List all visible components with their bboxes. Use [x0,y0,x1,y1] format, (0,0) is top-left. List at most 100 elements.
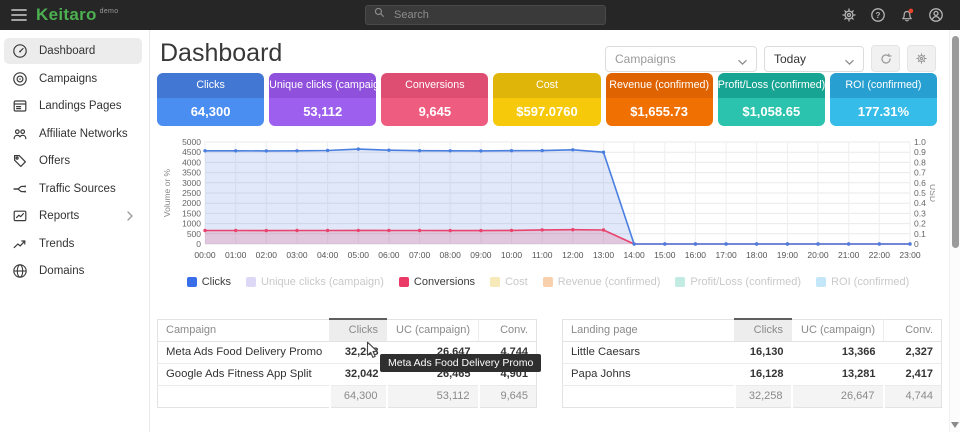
global-search[interactable] [365,5,606,25]
y-axis-label-right: USD [928,184,935,202]
metric-label: Revenue (confirmed) [606,73,713,98]
column-header-conv[interactable]: Conv. [479,319,537,341]
svg-text:17:00: 17:00 [715,250,737,260]
account-icon[interactable] [928,7,944,23]
column-header-clicks[interactable]: Clicks [735,319,792,341]
traffic-chart-svg[interactable]: 0500100015002000250030003500400045005000… [160,136,935,266]
svg-text:23:00: 23:00 [899,250,921,260]
cell-name: Papa Johns [563,363,735,385]
total-value: 9,645 [479,385,537,407]
column-header-uc-campaign[interactable]: UC (campaign) [387,319,479,341]
metric-label: ROI (confirmed) [830,73,937,98]
dashboard-chart[interactable]: 0500100015002000250030003500400045005000… [160,136,935,266]
svg-text:18:00: 18:00 [746,250,768,260]
svg-text:0.1: 0.1 [914,229,926,239]
domains-icon [12,263,28,279]
sidebar-item-affiliate-networks[interactable]: Affiliate Networks [4,121,142,147]
svg-text:21:00: 21:00 [838,250,860,260]
scrollbar-down-arrow[interactable] [951,422,959,428]
sidebar-item-domains[interactable]: Domains [4,258,142,284]
sidebar-item-traffic-sources[interactable]: Traffic Sources [4,176,142,202]
metric-cards-row: Clicks64,300Unique clicks (campaign)53,1… [157,73,937,126]
search-input[interactable] [392,8,598,22]
legend-item-cost[interactable]: Cost [490,276,528,288]
sidebar-item-offers[interactable]: Offers [4,148,142,174]
legend-item-unique-clicks-campaign[interactable]: Unique clicks (campaign) [246,276,384,288]
legend-swatch [816,277,826,287]
metric-value: 53,112 [269,98,376,126]
scrollbar-thumb[interactable] [952,36,959,248]
dashboard-controls: Campaigns Today [605,45,936,72]
metric-label: Conversions [381,73,488,98]
sidebar: Dashboard Campaigns Landings Pages Affiliat… [0,30,150,432]
widget-settings-button[interactable] [907,45,936,72]
hamburger-menu-icon[interactable] [10,8,28,22]
legend-item-profit-loss-confirmed[interactable]: Profit/Loss (confirmed) [675,276,801,288]
sidebar-item-label: Traffic Sources [39,183,116,195]
legend-label: Revenue (confirmed) [558,276,661,288]
topbar-icons: ? [841,0,944,30]
sidebar-item-reports[interactable]: Reports [4,203,142,229]
metric-card-conversions: Conversions9,645 [381,73,488,126]
top-bar: Keitarodemo ? [0,0,960,30]
legend-item-revenue-confirmed[interactable]: Revenue (confirmed) [543,276,661,288]
legend-label: Conversions [414,276,475,288]
sidebar-item-campaigns[interactable]: Campaigns [4,66,142,92]
sidebar-item-label: Dashboard [39,45,95,57]
column-header-conv[interactable]: Conv. [884,319,942,341]
chevron-down-icon [738,55,747,62]
landings-icon [12,98,28,114]
svg-text:0.9: 0.9 [914,147,926,157]
table-row[interactable]: Papa Johns16,12813,2812,417 [563,363,942,385]
settings-gear-icon[interactable] [841,7,857,23]
column-header-uc-campaign[interactable]: UC (campaign) [792,319,884,341]
notifications-bell-icon[interactable] [899,7,915,23]
cell-value: 16,130 [735,341,792,363]
metric-label: Cost [493,73,600,98]
sidebar-item-label: Reports [39,210,79,222]
sidebar-item-trends[interactable]: Trends [4,231,142,257]
metric-card-clicks: Clicks64,300 [157,73,264,126]
totals-row: 64,30053,1129,645 [158,385,537,407]
sidebar-item-dashboard[interactable]: Dashboard [4,38,142,64]
total-value: 26,647 [792,385,884,407]
metric-label: Unique clicks (campaign) [269,73,376,98]
cell-name: Little Caesars [563,341,735,363]
refresh-button[interactable] [871,45,900,72]
svg-text:09:00: 09:00 [470,250,492,260]
svg-text:00:00: 00:00 [194,250,216,260]
sidebar-item-label: Affiliate Networks [39,128,128,140]
svg-text:500: 500 [187,229,201,239]
column-header-clicks[interactable]: Clicks [330,319,387,341]
legend-item-conversions[interactable]: Conversions [399,276,475,288]
cell-value: 13,366 [792,341,884,363]
metric-value: $1,058.65 [718,98,825,126]
date-range-select[interactable]: Today [764,46,864,72]
column-header-campaign[interactable]: Campaign [158,319,330,341]
sidebar-item-landings-pages[interactable]: Landings Pages [4,93,142,119]
metric-value: $597.0760 [493,98,600,126]
legend-swatch [490,277,500,287]
svg-text:0.7: 0.7 [914,168,926,178]
legend-item-clicks[interactable]: Clicks [187,276,231,288]
help-icon[interactable]: ? [870,7,886,23]
column-header-landing-page[interactable]: Landing page [563,319,735,341]
campaigns-select[interactable]: Campaigns [605,46,757,72]
svg-text:10:00: 10:00 [501,250,523,260]
page-title: Dashboard [160,39,282,68]
total-empty [563,385,735,407]
svg-text:0: 0 [196,239,201,249]
table-row[interactable]: Little Caesars16,13013,3662,327 [563,341,942,363]
chevron-down-icon [845,55,854,62]
sidebar-item-label: Campaigns [39,73,97,85]
search-icon [373,6,386,24]
svg-text:?: ? [876,11,881,20]
campaigns-icon [12,71,28,87]
keitaro-logo[interactable]: Keitarodemo [36,5,118,25]
svg-text:12:00: 12:00 [562,250,584,260]
page-scrollbar[interactable] [949,30,960,432]
svg-text:04:00: 04:00 [317,250,339,260]
total-value: 4,744 [884,385,942,407]
sidebar-item-label: Trends [39,238,74,250]
legend-item-roi-confirmed[interactable]: ROI (confirmed) [816,276,909,288]
